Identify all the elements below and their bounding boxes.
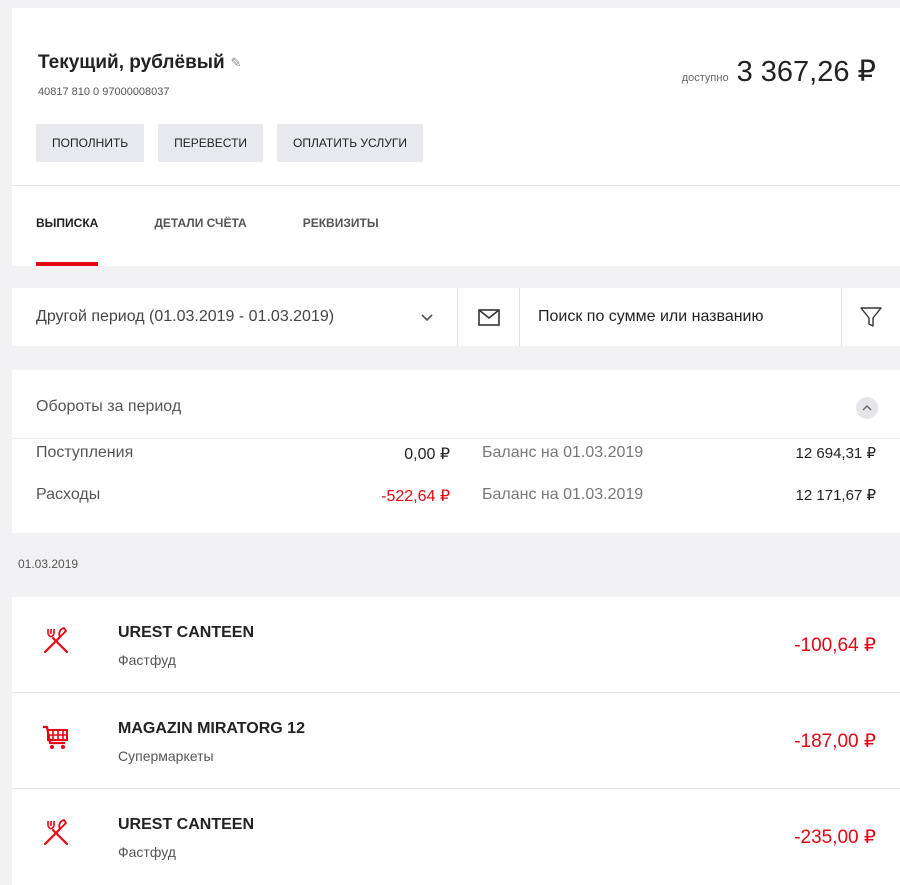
expenses-label: Расходы bbox=[36, 486, 101, 503]
transaction-name: UREST CANTEEN bbox=[118, 624, 255, 641]
available-balance: доступно 3 367,26 ₽ bbox=[682, 54, 876, 89]
email-statement-button[interactable] bbox=[458, 288, 520, 346]
period-select[interactable]: Другой период (01.03.2019 - 01.03.2019) bbox=[12, 288, 458, 346]
tab-statement[interactable]: ВЫПИСКА bbox=[36, 186, 99, 266]
account-number: 40817 810 0 97000008037 bbox=[38, 86, 170, 98]
income-label: Поступления bbox=[36, 444, 134, 461]
transaction-list: UREST CANTEEN Фастфуд -100,64 ₽ MAGAZIN … bbox=[12, 597, 900, 885]
date-header: 01.03.2019 bbox=[18, 557, 79, 571]
divider bbox=[12, 438, 900, 439]
account-tabs: ВЫПИСКА ДЕТАЛИ СЧЁТА РЕКВИЗИТЫ bbox=[36, 186, 435, 266]
balance-start-value: 12 694,31 ₽ bbox=[795, 445, 876, 462]
transaction-row[interactable]: UREST CANTEEN Фастфуд -235,00 ₽ bbox=[12, 789, 900, 885]
transaction-row[interactable]: MAGAZIN MIRATORG 12 Супермаркеты -187,00… bbox=[12, 693, 900, 789]
income-value: 0,00 ₽ bbox=[404, 446, 450, 463]
chevron-up-icon bbox=[862, 405, 872, 411]
filter-button[interactable] bbox=[842, 288, 900, 346]
pencil-icon[interactable]: ✎ bbox=[231, 55, 242, 71]
period-value: Другой период (01.03.2019 - 01.03.2019) bbox=[36, 308, 335, 325]
transaction-category: Супермаркеты bbox=[118, 748, 214, 764]
transaction-name: MAGAZIN MIRATORG 12 bbox=[118, 720, 305, 737]
account-title[interactable]: Текущий, рублёвый ✎ bbox=[38, 52, 242, 74]
top-up-button[interactable]: ПОПОЛНИТЬ bbox=[36, 124, 145, 162]
envelope-icon bbox=[477, 308, 500, 326]
transfer-button[interactable]: ПЕРЕВЕСТИ bbox=[158, 124, 264, 162]
transaction-amount: -100,64 ₽ bbox=[794, 635, 876, 656]
search-input[interactable] bbox=[520, 288, 842, 346]
collapse-button[interactable] bbox=[856, 397, 878, 419]
chevron-down-icon bbox=[421, 310, 433, 325]
available-label: доступно bbox=[681, 72, 729, 84]
available-amount: 3 367,26 ₽ bbox=[736, 56, 876, 88]
filter-bar: Другой период (01.03.2019 - 01.03.2019) bbox=[12, 288, 900, 346]
transaction-category: Фастфуд bbox=[118, 652, 176, 668]
funnel-icon bbox=[860, 307, 882, 327]
transaction-amount: -235,00 ₽ bbox=[794, 827, 876, 848]
turnover-title: Обороты за период bbox=[36, 398, 182, 415]
tab-account-details[interactable]: ДЕТАЛИ СЧЁТА bbox=[154, 186, 246, 266]
balance-end-label: Баланс на 01.03.2019 bbox=[482, 486, 644, 503]
transaction-row[interactable]: UREST CANTEEN Фастфуд -100,64 ₽ bbox=[12, 597, 900, 693]
account-actions: ПОПОЛНИТЬ ПЕРЕВЕСТИ ОПЛАТИТЬ УСЛУГИ bbox=[36, 124, 423, 162]
tab-requisites[interactable]: РЕКВИЗИТЫ bbox=[303, 186, 379, 266]
transaction-name: UREST CANTEEN bbox=[118, 816, 255, 833]
account-card: Текущий, рублёвый ✎ 40817 810 0 97000008… bbox=[12, 8, 900, 266]
transaction-amount: -187,00 ₽ bbox=[794, 731, 876, 752]
shopping-cart-icon bbox=[43, 725, 68, 749]
turnover-card: Обороты за период Поступления 0,00 ₽ Бал… bbox=[12, 370, 900, 533]
transaction-category: Фастфуд bbox=[118, 844, 176, 860]
balance-end-value: 12 171,67 ₽ bbox=[795, 487, 876, 504]
balance-start-label: Баланс на 01.03.2019 bbox=[482, 444, 644, 461]
fork-knife-icon bbox=[43, 819, 69, 846]
expenses-value: -522,64 ₽ bbox=[381, 488, 450, 505]
account-title-text: Текущий, рублёвый bbox=[38, 52, 225, 73]
pay-services-button[interactable]: ОПЛАТИТЬ УСЛУГИ bbox=[277, 124, 423, 162]
fork-knife-icon bbox=[43, 627, 69, 654]
